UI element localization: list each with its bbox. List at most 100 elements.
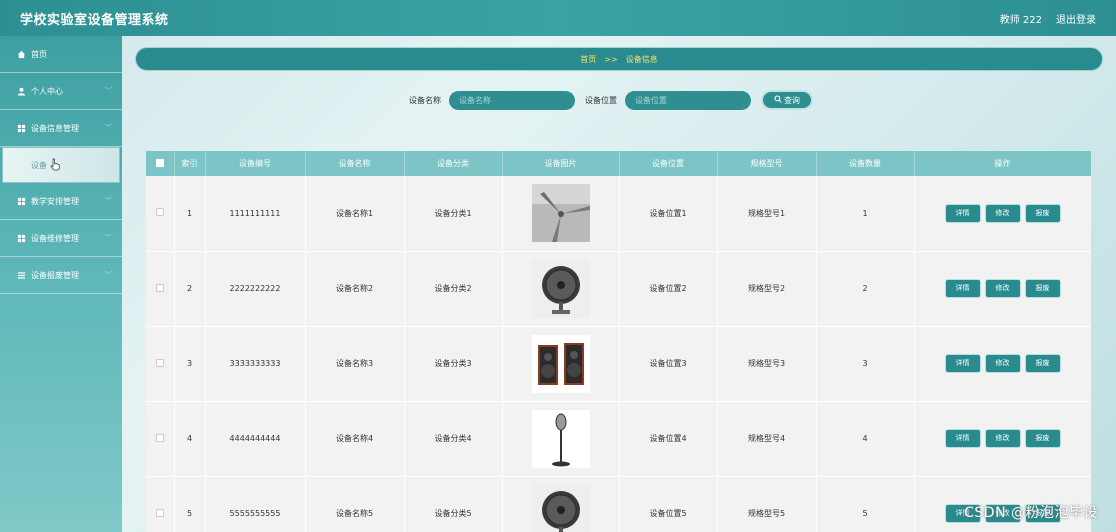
chevron-down-icon: ﹀ — [105, 271, 112, 279]
equipment-image — [531, 259, 590, 318]
scrap-button[interactable]: 报废 — [1025, 204, 1060, 222]
code-cell: 1111111111 — [205, 176, 306, 251]
row-checkbox[interactable] — [155, 208, 164, 217]
table-row: 5 5555555555 设备名称5 设备分类5 设备位置5 规格型号5 5 详情 修改 报废 — [146, 476, 1091, 532]
user-label[interactable]: 教师 222 — [1000, 11, 1042, 26]
select-all-cell — [146, 151, 175, 176]
sidebar-item-label: 设备报废管理 — [31, 270, 79, 280]
equipment-table: 索引 设备编号 设备名称 设备分类 设备图片 设备位置 规格型号 设备数量 操作… — [146, 151, 1091, 532]
column-header: 设备名称 — [305, 151, 405, 176]
model-cell: 规格型号5 — [717, 476, 817, 532]
sidebar-subitem-label: 设备 — [31, 160, 47, 170]
quantity-cell: 4 — [816, 401, 915, 476]
scrap-button[interactable]: 报废 — [1025, 430, 1060, 447]
edit-button[interactable]: 修改 — [985, 355, 1020, 372]
index-cell: 1 — [174, 176, 206, 251]
list-icon — [16, 270, 26, 280]
row-checkbox[interactable] — [155, 433, 164, 442]
sidebar-item-label: 个人中心 — [31, 86, 63, 96]
column-header: 索引 — [174, 151, 206, 176]
watermark: CSDN @粉泡泡毕设 — [964, 505, 1098, 521]
breadcrumb-home[interactable]: 首页 — [580, 54, 596, 65]
sidebar-item-equipment-info[interactable]: 设备信息管理 ﹀ — [0, 110, 122, 147]
index-cell: 4 — [174, 401, 206, 476]
sidebar-subitem-equipment[interactable]: 设备 — [2, 147, 120, 183]
row-select-cell — [146, 176, 175, 251]
equipment-name-label: 设备名称 — [409, 95, 441, 105]
image-cell — [502, 176, 620, 251]
code-cell: 3333333333 — [205, 326, 306, 401]
chevron-down-icon: ﹀ — [105, 87, 112, 95]
image-cell — [502, 251, 620, 326]
row-checkbox[interactable] — [155, 508, 164, 517]
detail-button[interactable]: 详情 — [945, 280, 980, 297]
breadcrumb-current: 设备信息 — [625, 54, 658, 64]
detail-button[interactable]: 详情 — [945, 355, 980, 372]
model-cell: 规格型号1 — [717, 176, 817, 251]
row-select-cell — [146, 326, 175, 401]
actions-cell: 详情 修改 报废 — [914, 326, 1091, 401]
code-cell: 4444444444 — [205, 401, 306, 476]
search-button[interactable]: 查询 — [761, 90, 813, 110]
quantity-cell: 2 — [816, 251, 915, 326]
index-cell: 3 — [174, 326, 206, 401]
sidebar: 首页 个人中心 ﹀ 设备信息管理 ﹀ 设备 教学安排管理 ﹀ 设备维修管理 ﹀ — [0, 36, 122, 532]
equipment-location-label: 设备位置 — [585, 95, 617, 105]
location-cell: 设备位置1 — [619, 176, 718, 251]
code-cell: 5555555555 — [205, 476, 306, 532]
edit-button[interactable]: 修改 — [985, 430, 1020, 447]
image-cell — [502, 326, 620, 401]
column-header: 设备编号 — [205, 151, 306, 176]
code-cell: 2222222222 — [205, 251, 306, 326]
index-cell: 2 — [174, 251, 206, 326]
logout-button[interactable]: 退出登录 — [1056, 11, 1096, 26]
search-button-label: 查询 — [784, 95, 800, 105]
select-all-checkbox[interactable] — [155, 158, 164, 167]
name-cell: 设备名称3 — [305, 326, 405, 401]
equipment-name-input[interactable] — [449, 90, 575, 110]
equipment-location-input[interactable] — [625, 90, 751, 110]
sidebar-item-label: 教学安排管理 — [31, 196, 79, 206]
name-cell: 设备名称4 — [305, 401, 405, 476]
chevron-down-icon: ﹀ — [105, 234, 112, 242]
row-checkbox[interactable] — [155, 283, 164, 292]
sidebar-item-home[interactable]: 首页 — [0, 36, 122, 73]
row-checkbox[interactable] — [155, 358, 164, 367]
location-cell: 设备位置2 — [619, 251, 718, 326]
edit-button[interactable]: 修改 — [985, 280, 1020, 297]
quantity-cell: 5 — [816, 476, 915, 532]
sidebar-item-equipment-scrap[interactable]: 设备报废管理 ﹀ — [0, 257, 122, 294]
table-row: 1 1111111111 设备名称1 设备分类1 设备位置1 规格型号1 1 详情 修改 报废 — [146, 176, 1091, 251]
sidebar-item-label: 设备信息管理 — [31, 123, 79, 133]
actions-cell: 详情 修改 报废 — [914, 401, 1091, 476]
scrap-button[interactable]: 报废 — [1025, 280, 1060, 297]
top-bar: 学校实验室设备管理系统 教师 222 退出登录 — [0, 0, 1116, 36]
table-header-row: 索引 设备编号 设备名称 设备分类 设备图片 设备位置 规格型号 设备数量 操作 — [146, 151, 1091, 176]
equipment-image — [531, 184, 590, 243]
category-cell: 设备分类1 — [404, 176, 503, 251]
chevron-down-icon: ﹀ — [105, 124, 112, 132]
topbar-user-area: 教师 222 退出登录 — [1000, 11, 1096, 26]
search-bar: 设备名称 设备位置 查询 — [409, 90, 813, 110]
equipment-image — [531, 334, 590, 393]
row-select-cell — [146, 476, 175, 532]
detail-button[interactable]: 详情 — [945, 430, 980, 447]
breadcrumb-separator: >> — [604, 54, 618, 64]
equipment-image — [531, 409, 590, 468]
edit-button[interactable]: 修改 — [985, 204, 1020, 222]
image-cell — [502, 401, 620, 476]
sidebar-item-equipment-repair[interactable]: 设备维修管理 ﹀ — [0, 220, 122, 257]
quantity-cell: 1 — [816, 176, 915, 251]
grid-icon — [16, 196, 26, 206]
model-cell: 规格型号2 — [717, 251, 817, 326]
detail-button[interactable]: 详情 — [945, 204, 980, 222]
location-cell: 设备位置5 — [619, 476, 718, 532]
grid-icon — [16, 233, 26, 243]
sidebar-item-teaching-schedule[interactable]: 教学安排管理 ﹀ — [0, 183, 122, 220]
category-cell: 设备分类4 — [404, 401, 503, 476]
sidebar-item-personal-center[interactable]: 个人中心 ﹀ — [0, 73, 122, 110]
scrap-button[interactable]: 报废 — [1025, 355, 1060, 372]
home-icon — [16, 49, 26, 59]
equipment-image — [531, 484, 590, 532]
location-cell: 设备位置3 — [619, 326, 718, 401]
